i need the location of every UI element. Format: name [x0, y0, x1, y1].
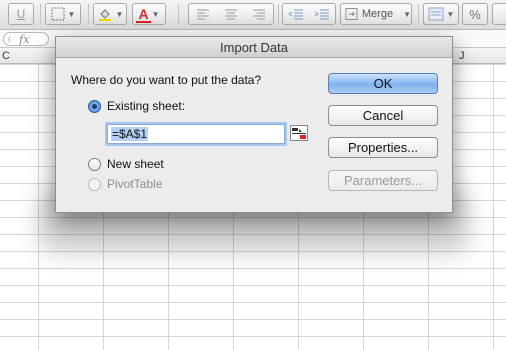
toolbar-divider	[40, 4, 41, 24]
pivottable-radio	[88, 177, 101, 191]
existing-sheet-radio[interactable]	[88, 99, 101, 113]
cancel-button[interactable]: Cancel	[328, 105, 438, 126]
number-format-icon	[428, 7, 444, 21]
indent-group[interactable]	[282, 3, 336, 25]
pivottable-option: PivotTable	[88, 177, 162, 191]
font-color-button[interactable]: A ▼	[132, 3, 166, 25]
chevron-down-icon: ▼	[403, 9, 411, 19]
chevron-down-icon: ▼	[115, 9, 124, 19]
collapse-dialog-icon[interactable]	[290, 125, 308, 141]
font-color-icon: A	[136, 6, 151, 23]
new-sheet-label: New sheet	[107, 157, 164, 171]
align-left-icon	[197, 9, 209, 20]
pivottable-label: PivotTable	[107, 177, 163, 191]
number-format-button[interactable]: ▼	[423, 3, 459, 25]
toolbar-divider	[88, 4, 89, 24]
toolbar-divider	[178, 4, 179, 24]
chevron-down-icon: ▼	[67, 9, 76, 19]
percent-icon: %	[469, 6, 481, 22]
merge-label: Merge	[361, 8, 394, 20]
properties-button[interactable]: Properties...	[328, 137, 438, 158]
fill-color-button[interactable]: ▼	[93, 3, 127, 25]
dropdown-circle-icon: (	[8, 34, 12, 44]
chevron-down-icon: ▼	[151, 9, 160, 19]
borders-button[interactable]: ▼	[45, 3, 81, 25]
align-center-icon	[225, 9, 237, 20]
percent-style-button[interactable]: %	[462, 3, 488, 25]
decrease-indent-icon	[288, 9, 303, 20]
merge-cells-icon	[345, 8, 358, 20]
toolbar-divider	[418, 4, 419, 24]
existing-sheet-label: Existing sheet:	[107, 99, 186, 113]
ok-button[interactable]: OK	[328, 73, 438, 94]
destination-question: Where do you want to put the data?	[71, 73, 262, 87]
formula-function-button[interactable]: ( fx	[3, 32, 49, 46]
new-sheet-option[interactable]: New sheet	[88, 157, 164, 171]
ribbon-toolbar: U ▼ ▼ A ▼ Merge ▼ ▼ %	[0, 0, 506, 30]
chevron-down-icon: ▼	[446, 9, 455, 19]
cell-reference-value: =$A$1	[111, 127, 149, 141]
paint-bucket-icon	[98, 9, 111, 21]
comma-style-button[interactable]	[492, 3, 506, 25]
borders-icon	[51, 7, 65, 21]
existing-sheet-option[interactable]: Existing sheet:	[88, 99, 185, 113]
new-sheet-radio[interactable]	[88, 157, 101, 171]
cell-reference-input[interactable]: =$A$1	[107, 124, 285, 144]
dialog-title: Import Data	[56, 37, 452, 58]
merge-button[interactable]: Merge ▼	[340, 3, 412, 25]
align-right-icon	[253, 9, 265, 20]
toolbar-divider	[278, 4, 279, 24]
underline-icon: U	[16, 7, 26, 21]
column-header-j[interactable]: J	[457, 48, 465, 64]
increase-indent-icon	[314, 9, 329, 20]
import-data-dialog: Import Data Where do you want to put the…	[55, 36, 453, 213]
parameters-button: Parameters...	[328, 170, 438, 191]
underline-button[interactable]: U	[8, 3, 34, 25]
alignment-group[interactable]	[188, 3, 274, 25]
fx-icon: fx	[19, 32, 30, 46]
column-header-c[interactable]: C	[0, 48, 10, 64]
